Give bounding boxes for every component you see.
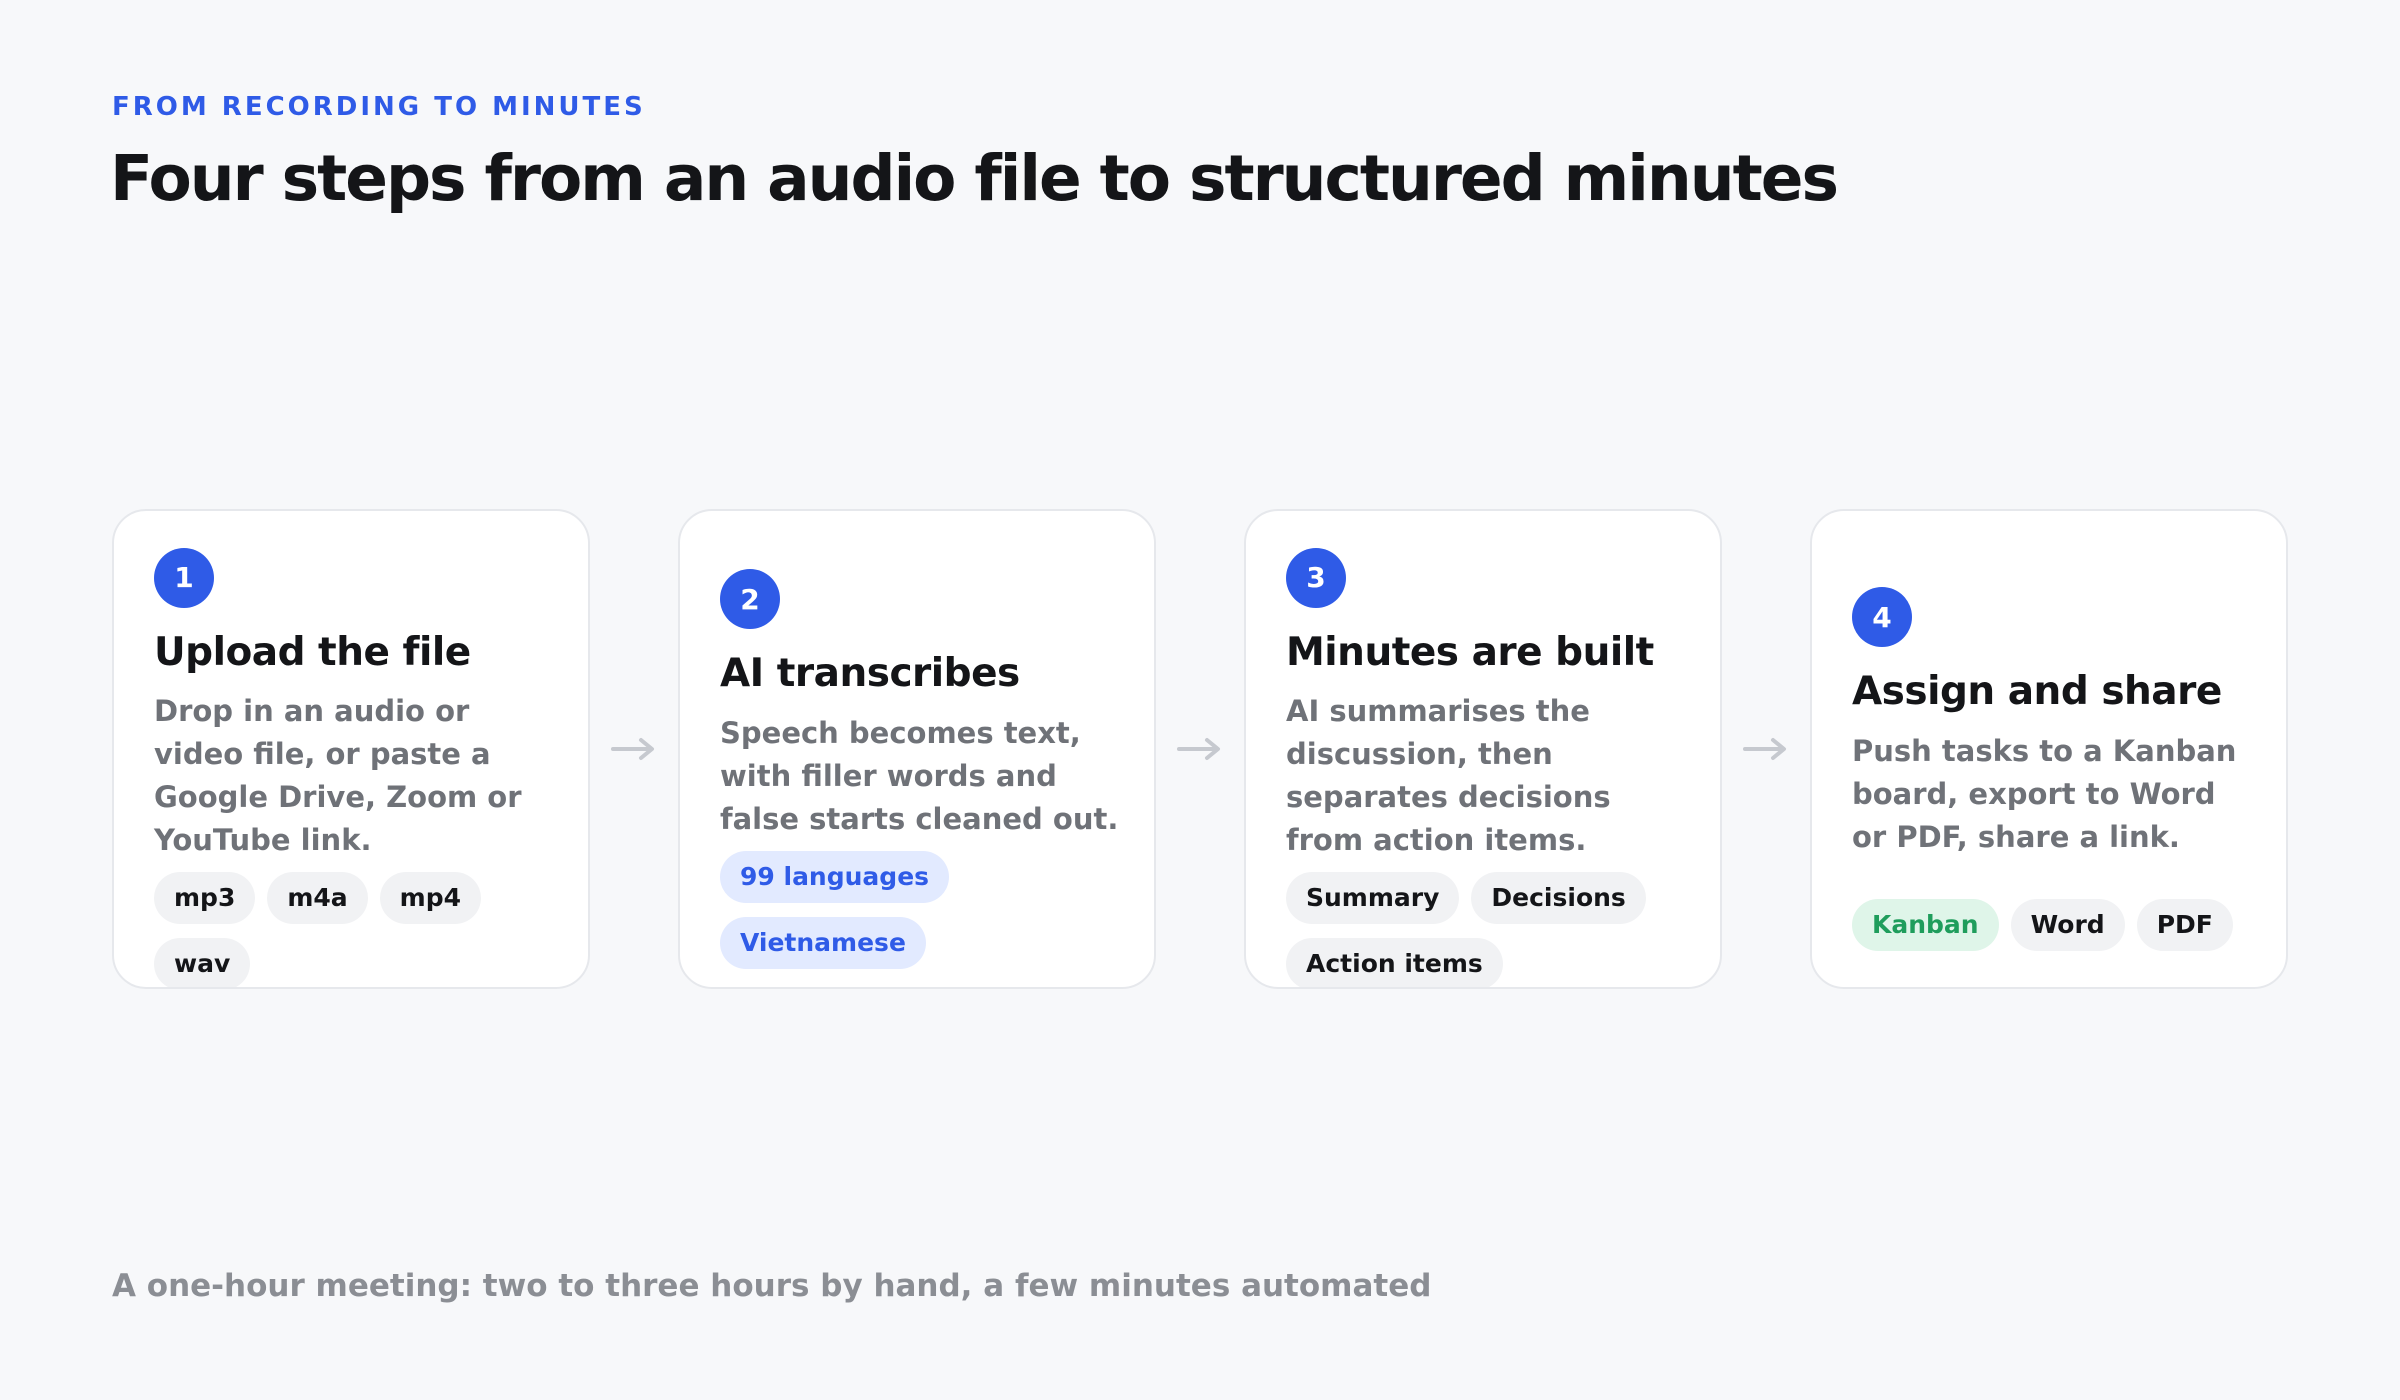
chip-action-items: Action items	[1286, 938, 1503, 987]
step-card-transcribe: 2 AI transcribes Speech becomes text, wi…	[678, 509, 1156, 989]
step-number-badge: 3	[1286, 547, 1346, 608]
chip-kanban: Kanban	[1852, 898, 1999, 951]
step-title: AI transcribes	[720, 651, 1020, 697]
format-chips: mp3 m4a mp4 wav	[154, 872, 554, 987]
footer-note: A one-hour meeting: two to three hours b…	[112, 1268, 1432, 1304]
arrow-right-icon	[590, 509, 678, 989]
chip-summary: Summary	[1286, 872, 1460, 925]
language-chips: 99 languages Vietnamese	[720, 850, 1120, 969]
step-title: Minutes are built	[1286, 629, 1654, 675]
step-card-upload: 1 Upload the file Drop in an audio or vi…	[112, 509, 590, 989]
arrow-right-icon	[1156, 509, 1244, 989]
steps-row: 1 Upload the file Drop in an audio or vi…	[112, 509, 2288, 989]
step-number-badge: 4	[1852, 587, 1912, 648]
chip-mp4: mp4	[379, 872, 482, 925]
step-number-badge: 2	[720, 569, 780, 630]
step-description: Speech becomes text, with filler words a…	[720, 715, 1119, 836]
chip-m4a: m4a	[267, 872, 368, 925]
chip-decisions: Decisions	[1471, 872, 1646, 925]
step-description: AI summarises the discussion, then separ…	[1286, 694, 1611, 858]
step-title: Upload the file	[154, 629, 471, 675]
chip-vietnamese: Vietnamese	[720, 916, 926, 969]
chip-wav: wav	[154, 938, 251, 987]
arrow-right-icon	[1722, 509, 1810, 989]
step-title: Assign and share	[1852, 669, 2222, 715]
section-eyebrow: FROM RECORDING TO MINUTES	[112, 92, 646, 122]
step-description: Push tasks to a Kanban board, export to …	[1852, 733, 2237, 854]
step-card-minutes: 3 Minutes are built AI summarises the di…	[1244, 509, 1722, 989]
step-card-share: 4 Assign and share Push tasks to a Kanba…	[1810, 509, 2288, 989]
chip-languages: 99 languages	[720, 850, 950, 903]
page-title: Four steps from an audio file to structu…	[110, 142, 1839, 215]
chip-word: Word	[2010, 898, 2125, 951]
chip-pdf: PDF	[2136, 898, 2233, 951]
step-description: Drop in an audio or video file, or paste…	[154, 694, 522, 858]
export-chips: Kanban Word PDF	[1852, 898, 2252, 951]
section-chips: Summary Decisions Action items	[1286, 872, 1686, 987]
chip-mp3: mp3	[154, 872, 256, 925]
step-number-badge: 1	[154, 547, 214, 608]
